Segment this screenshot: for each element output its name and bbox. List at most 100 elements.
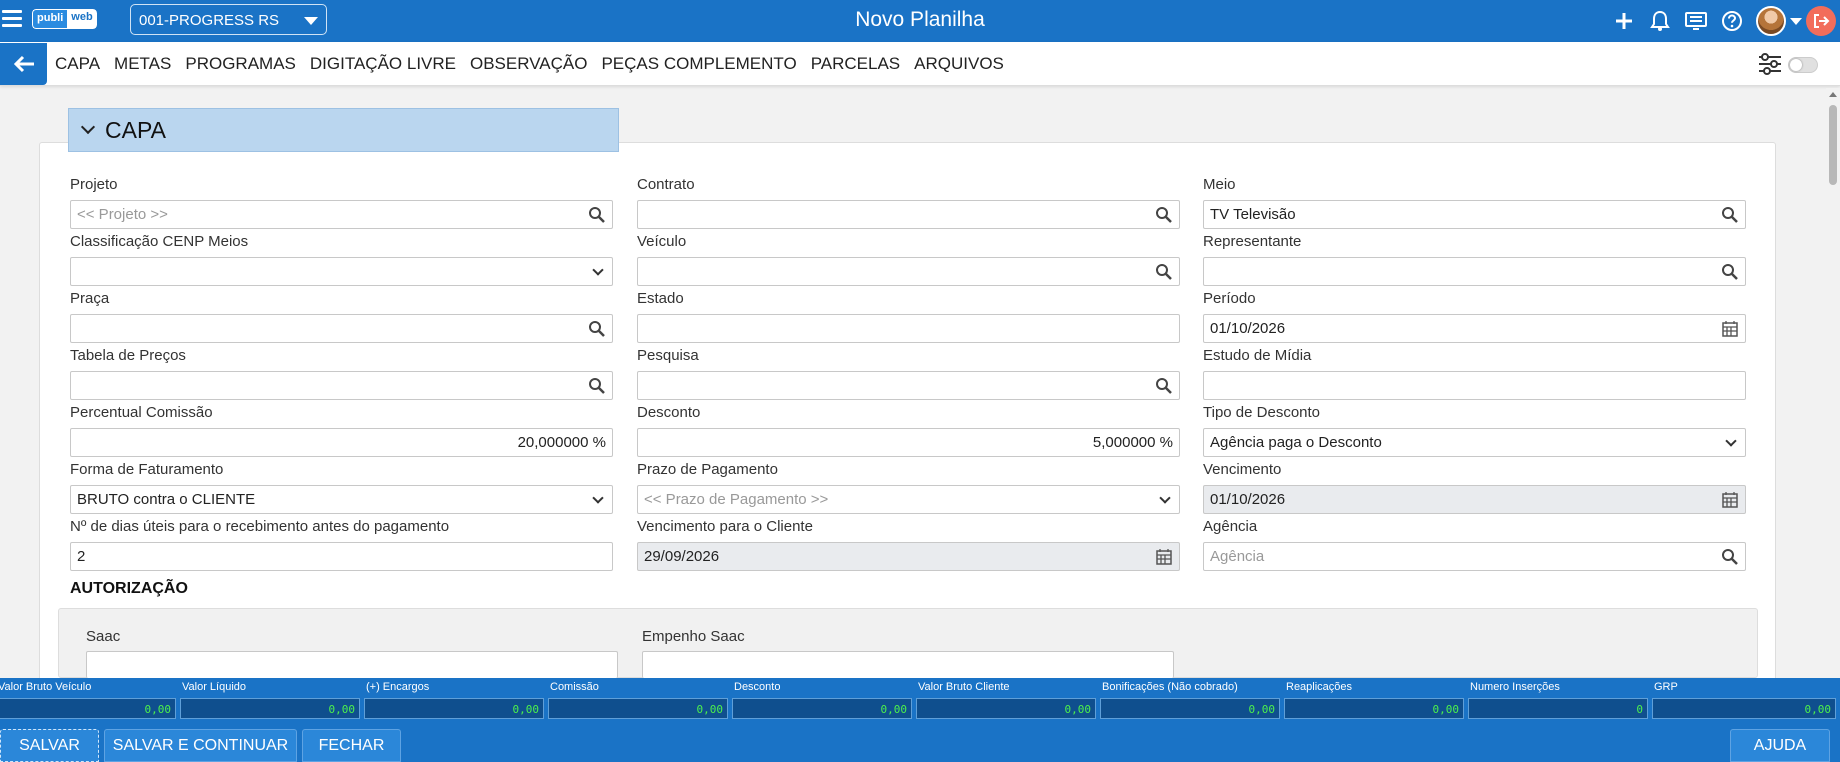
forma-label: Forma de Faturamento (70, 461, 224, 478)
scroll-up-icon[interactable] (1829, 92, 1837, 97)
tab-capa[interactable]: CAPA (55, 54, 100, 74)
prazo-select[interactable]: << Prazo de Pagamento >> (637, 485, 1180, 514)
search-icon[interactable] (1721, 548, 1739, 566)
meio-field[interactable]: TV Televisão (1203, 200, 1746, 229)
salvar-button[interactable]: SALVAR (0, 729, 99, 762)
tab-digitacao-livre[interactable]: DIGITAÇÃO LIVRE (310, 54, 456, 74)
pesquisa-field[interactable] (637, 371, 1180, 400)
percentual-field[interactable]: 20,000000 % (70, 428, 613, 457)
saac-field[interactable] (86, 651, 618, 678)
vencimento-value: 01/10/2026 (1210, 491, 1286, 508)
filter-settings-icon[interactable] (1758, 53, 1782, 80)
scrollbar-thumb[interactable] (1829, 105, 1837, 185)
plus-icon[interactable] (1606, 0, 1642, 42)
tipo-desconto-select[interactable]: Agência paga o Desconto (1203, 428, 1746, 457)
search-icon[interactable] (1155, 206, 1173, 224)
search-icon[interactable] (1721, 206, 1739, 224)
total-reaplicacoes: Reaplicações 0,00 (1284, 678, 1464, 722)
dias-field[interactable]: 2 (70, 542, 613, 571)
total-numero-insercoes: Numero Inserções 0 (1468, 678, 1648, 722)
tab-bar: CAPA METAS PROGRAMAS DIGITAÇÃO LIVRE OBS… (0, 42, 1840, 86)
calendar-icon[interactable] (1721, 320, 1739, 338)
estudo-label: Estudo de Mídia (1203, 347, 1312, 364)
representante-label: Representante (1203, 233, 1302, 250)
fechar-button[interactable]: FECHAR (302, 729, 401, 762)
view-toggle[interactable] (1788, 57, 1818, 73)
contrato-label: Contrato (637, 176, 695, 193)
scrollbar[interactable] (1826, 88, 1840, 678)
back-button[interactable] (0, 43, 47, 85)
estudo-field[interactable] (1203, 371, 1746, 400)
help-icon[interactable] (1714, 0, 1750, 42)
search-icon[interactable] (1721, 263, 1739, 281)
saac-label: Saac (86, 628, 121, 645)
forma-select[interactable]: BRUTO contra o CLIENTE (70, 485, 613, 514)
app-logo[interactable]: publi web (32, 9, 97, 29)
tipo-desconto-label: Tipo de Desconto (1203, 404, 1321, 421)
total-valor-bruto-veiculo: Valor Bruto Veículo 0,00 (0, 678, 176, 722)
vencimento-field: 01/10/2026 (1203, 485, 1746, 514)
periodo-label: Período (1203, 290, 1256, 307)
desconto-field[interactable]: 5,000000 % (637, 428, 1180, 457)
totals-bar: Valor Bruto Veículo 0,00 Valor Líquido 0… (0, 678, 1840, 722)
total-value: 0,00 (916, 698, 1096, 719)
chevron-down-icon (592, 264, 604, 276)
tab-parcelas[interactable]: PARCELAS (811, 54, 900, 74)
tab-arquivos[interactable]: ARQUIVOS (914, 54, 1004, 74)
salvar-continuar-button[interactable]: SALVAR E CONTINUAR (104, 729, 297, 762)
venc-cliente-field: 29/09/2026 (637, 542, 1180, 571)
search-icon[interactable] (1155, 377, 1173, 395)
total-value: 0,00 (1652, 698, 1836, 719)
agencia-placeholder: Agência (1210, 548, 1265, 565)
search-icon[interactable] (1155, 263, 1173, 281)
contrato-field[interactable] (637, 200, 1180, 229)
search-icon[interactable] (588, 206, 606, 224)
veiculo-label: Veículo (637, 233, 687, 250)
forma-value: BRUTO contra o CLIENTE (77, 491, 256, 508)
tab-pecas-complemento[interactable]: PEÇAS COMPLEMENTO (601, 54, 796, 74)
agencia-label: Agência (1203, 518, 1258, 535)
top-bar: publi web 001-PROGRESS RS Novo Planilha (0, 0, 1840, 42)
agencia-field[interactable]: Agência (1203, 542, 1746, 571)
representante-field[interactable] (1203, 257, 1746, 286)
total-label: Reaplicações (1286, 681, 1353, 693)
calendar-icon (1156, 549, 1172, 565)
logo-left: publi (32, 9, 68, 29)
menu-icon[interactable] (2, 10, 22, 30)
company-select[interactable]: 001-PROGRESS RS (130, 4, 327, 35)
tabela-field[interactable] (70, 371, 613, 400)
tab-observacao[interactable]: OBSERVAÇÃO (470, 54, 587, 74)
user-avatar[interactable] (1756, 6, 1786, 36)
classificacao-select[interactable] (70, 257, 613, 286)
bell-icon[interactable] (1642, 0, 1678, 42)
total-comissao: Comissão 0,00 (548, 678, 728, 722)
search-icon[interactable] (588, 320, 606, 338)
total-encargos: (+) Encargos 0,00 (364, 678, 544, 722)
periodo-field[interactable]: 01/10/2026 (1203, 314, 1746, 343)
monitor-icon[interactable] (1678, 0, 1714, 42)
logout-icon[interactable] (1806, 6, 1836, 36)
total-value: 0,00 (1284, 698, 1464, 719)
ajuda-button[interactable]: AJUDA (1730, 729, 1830, 762)
projeto-field[interactable]: << Projeto >> (70, 200, 613, 229)
total-value: 0,00 (364, 698, 544, 719)
user-menu-caret-icon[interactable] (1790, 17, 1802, 25)
section-header-capa[interactable]: CAPA (68, 108, 619, 152)
top-icons (1606, 0, 1840, 42)
chevron-down-icon (80, 119, 96, 135)
veiculo-field[interactable] (637, 257, 1180, 286)
praca-field[interactable] (70, 314, 613, 343)
tab-programas[interactable]: PROGRAMAS (185, 54, 296, 74)
tabs: CAPA METAS PROGRAMAS DIGITAÇÃO LIVRE OBS… (55, 42, 1018, 86)
tab-metas[interactable]: METAS (114, 54, 171, 74)
estado-field[interactable] (637, 314, 1180, 343)
periodo-value: 01/10/2026 (1210, 320, 1286, 337)
search-icon[interactable] (588, 377, 606, 395)
logo-right: web (67, 9, 97, 29)
total-label: Valor Bruto Cliente (918, 681, 1010, 693)
total-desconto: Desconto 0,00 (732, 678, 912, 722)
total-value: 0,00 (0, 698, 176, 719)
total-label: Valor Líquido (182, 681, 247, 693)
tabela-label: Tabela de Preços (70, 347, 186, 364)
empenho-field[interactable] (642, 651, 1174, 678)
